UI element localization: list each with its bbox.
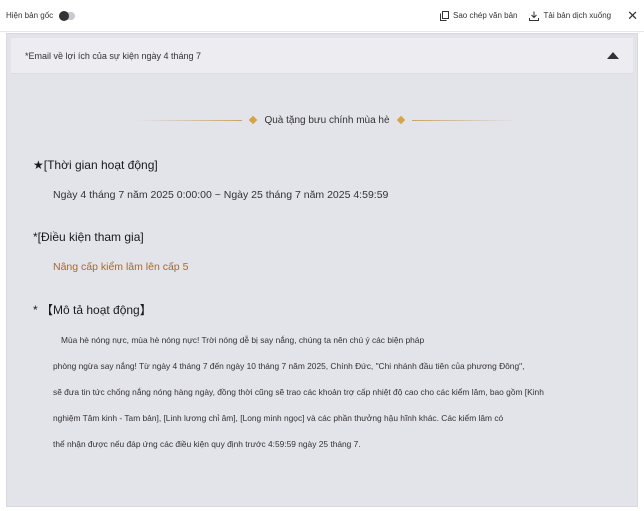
banner-line-left: [137, 119, 243, 121]
description-line: Mùa hè nóng nực, mùa hè nóng nực! Trời n…: [61, 335, 425, 345]
description-line: thể nhận được nếu đáp ứng các điều kiện …: [53, 439, 361, 449]
participation-condition-value: Nâng cấp kiểm lâm lên cấp 5: [53, 261, 189, 273]
diamond-icon: [249, 115, 258, 125]
activity-time-title: ★[Thời gian hoạt động]: [33, 158, 158, 172]
description-line: sẽ đưa tin tức chống nắng nóng hàng ngày…: [53, 387, 544, 397]
mail-subject-bar[interactable]: *Email về lợi ích của sự kiện ngày 4 thá…: [11, 38, 633, 74]
copy-icon: [439, 10, 449, 21]
banner-line-right: [411, 119, 517, 121]
description-line: nghiệm Tâm kinh - Tam bản], [Linh lương …: [53, 413, 504, 423]
copy-text-button[interactable]: Sao chép văn bản: [439, 10, 518, 21]
show-original-toggle[interactable]: [59, 10, 76, 21]
download-translation-label: Tải bản dịch xuống: [543, 11, 612, 20]
mail-banner: Quà tặng bưu chính mùa hè: [137, 112, 517, 128]
show-original-label: Hiện bản gốc: [6, 11, 54, 20]
translate-toolbar: Hiện bản gốc Sao chép văn bản Tải bản dị…: [0, 0, 644, 32]
participation-condition-title: *[Điều kiện tham gia]: [33, 230, 144, 244]
activity-description: Mùa hè nóng nực, mùa hè nóng nực! Trời n…: [53, 327, 623, 457]
description-line: phòng ngừa say nắng! Từ ngày 4 tháng 7 đ…: [53, 361, 525, 371]
copy-text-label: Sao chép văn bản: [452, 11, 518, 20]
banner-title: Quà tặng bưu chính mùa hè: [264, 114, 390, 126]
mail-subject: *Email về lợi ích của sự kiện ngày 4 thá…: [25, 50, 202, 61]
activity-time-value: Ngày 4 tháng 7 năm 2025 0:00:00 ~ Ngày 2…: [53, 189, 389, 201]
translated-mail-panel: *Email về lợi ích của sự kiện ngày 4 thá…: [6, 33, 638, 507]
collapse-arrow-icon[interactable]: [607, 52, 619, 59]
activity-description-title: * 【Mô tả hoạt động】: [33, 303, 152, 317]
show-original-control[interactable]: Hiện bản gốc: [6, 10, 76, 21]
close-icon[interactable]: ✕: [627, 9, 638, 22]
download-translation-button[interactable]: Tải bản dịch xuống: [529, 11, 611, 21]
diamond-icon: [396, 115, 405, 125]
download-icon: [529, 11, 540, 21]
